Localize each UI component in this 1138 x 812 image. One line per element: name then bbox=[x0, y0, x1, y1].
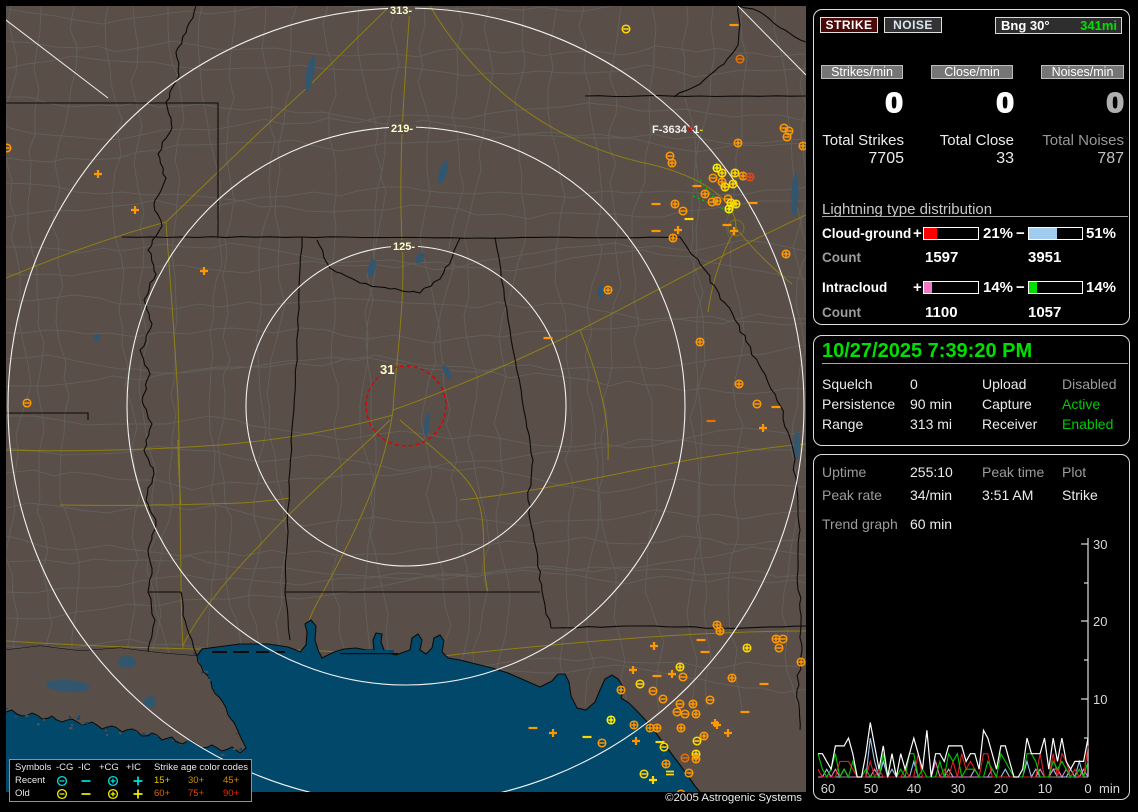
svg-text:F-3634+1-: F-3634+1- bbox=[652, 124, 703, 136]
svg-text:30: 30 bbox=[1093, 537, 1107, 552]
svg-text:31: 31 bbox=[380, 362, 394, 377]
svg-text:min: min bbox=[1099, 781, 1120, 796]
svg-text:125-: 125- bbox=[393, 241, 415, 253]
svg-text:10: 10 bbox=[1093, 692, 1107, 707]
svg-text:219-: 219- bbox=[391, 123, 413, 135]
svg-text:20: 20 bbox=[994, 781, 1008, 796]
svg-text:50: 50 bbox=[864, 781, 878, 796]
svg-text:313-: 313- bbox=[390, 6, 412, 17]
svg-text:20: 20 bbox=[1093, 614, 1107, 629]
svg-text:30: 30 bbox=[951, 781, 965, 796]
svg-text:10: 10 bbox=[1038, 781, 1052, 796]
svg-text:60: 60 bbox=[821, 781, 835, 796]
svg-text:40: 40 bbox=[907, 781, 921, 796]
svg-text:0: 0 bbox=[1084, 781, 1091, 796]
